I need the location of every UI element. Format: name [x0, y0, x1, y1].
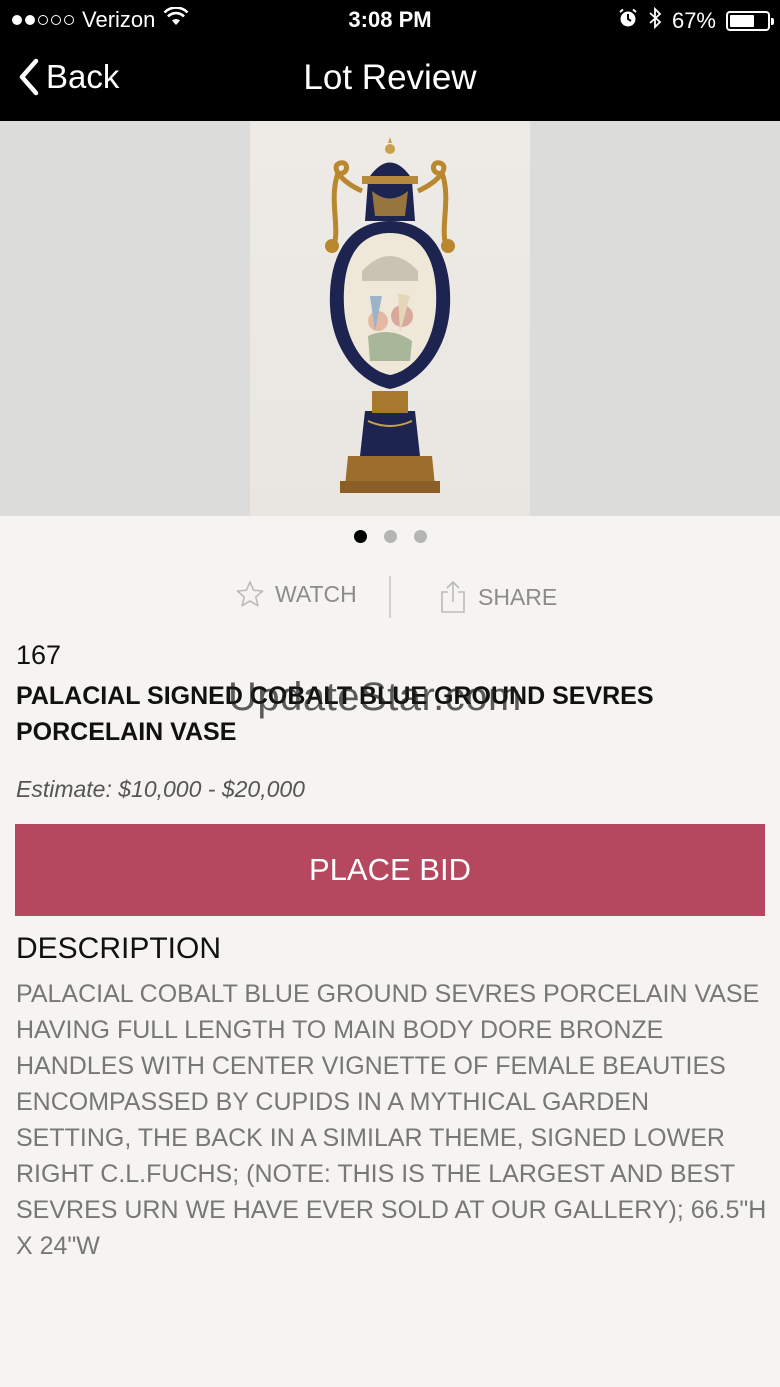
watermark: UpdateStar.com — [228, 675, 522, 719]
lot-actions: WATCH SHARE — [0, 576, 780, 620]
alarm-icon — [618, 8, 638, 34]
star-icon — [236, 581, 264, 607]
share-icon — [441, 580, 465, 613]
back-button[interactable]: Back — [18, 58, 119, 96]
battery-percent: 67% — [671, 8, 716, 33]
lot-number: 167 — [16, 640, 62, 670]
gallery-page-dot[interactable] — [413, 530, 427, 543]
watch-button[interactable]: WATCH — [235, 580, 357, 608]
gallery-page-dot[interactable] — [353, 530, 367, 543]
battery-icon — [726, 11, 774, 31]
status-bar: Verizon 3:08 PM 67% — [0, 0, 780, 40]
back-label: Back — [46, 58, 120, 95]
lot-photo[interactable] — [250, 121, 530, 516]
share-button[interactable]: SHARE — [440, 580, 557, 614]
chevron-left-icon — [19, 58, 39, 96]
gallery-page-indicator[interactable] — [0, 530, 780, 543]
lot-image-gallery[interactable] — [0, 121, 780, 516]
status-right: 67% — [618, 6, 774, 35]
gallery-page-dot[interactable] — [383, 530, 397, 543]
actions-divider — [389, 576, 391, 618]
bluetooth-icon — [648, 6, 662, 35]
vase-image — [325, 137, 455, 493]
share-label: SHARE — [478, 583, 558, 610]
lot-estimate: Estimate: $10,000 - $20,000 — [16, 776, 305, 802]
watch-label: WATCH — [275, 580, 357, 607]
battery-level — [730, 15, 755, 27]
nav-bar: Lot Review Back — [0, 40, 780, 121]
description-heading: DESCRIPTION — [16, 932, 222, 965]
place-bid-button[interactable]: PLACE BID — [15, 824, 765, 916]
description-body: PALACIAL COBALT BLUE GROUND SEVRES PORCE… — [16, 980, 767, 1260]
